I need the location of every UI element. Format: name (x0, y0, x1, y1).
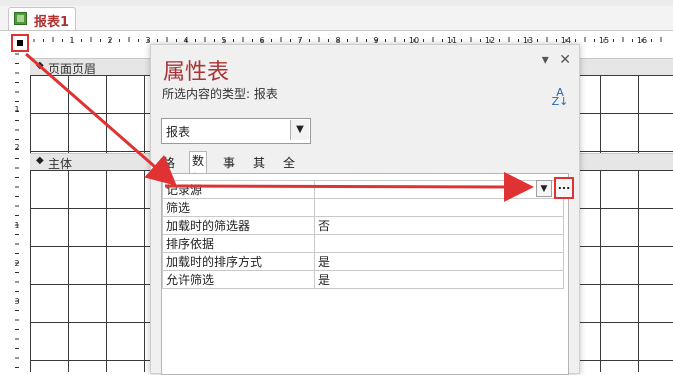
tab-event[interactable]: 事件 (221, 154, 237, 188)
ruler-number: 2 (107, 36, 112, 45)
chevron-down-icon[interactable]: ▼ (290, 120, 309, 140)
property-name: 允许筛选 (162, 270, 315, 289)
tab-data[interactable]: 数据 (189, 151, 208, 186)
property-name: 筛选 (162, 198, 315, 217)
property-value-record-source[interactable] (314, 180, 564, 199)
ruler-number: 2 (14, 259, 19, 268)
section-arrow-icon: ◆ (36, 60, 44, 71)
document-tab-label: 报表1 (34, 15, 70, 30)
ruler-number: 1 (69, 36, 74, 45)
tab-other[interactable]: 其他 (251, 154, 267, 188)
property-grid: 记录源 筛选 加载时的筛选器 否 排序依据 加载时的排序方式 是 允许筛选 是 (161, 173, 574, 375)
chevron-down-icon[interactable]: ▾ (542, 52, 549, 68)
report-selector-button[interactable] (11, 34, 29, 52)
ruler-number: 15 (599, 36, 609, 45)
property-value[interactable]: 否 (314, 216, 564, 235)
ruler-number: 2 (14, 143, 19, 152)
property-value[interactable] (314, 234, 564, 253)
report-icon (14, 12, 27, 25)
selection-type-dropdown[interactable]: 报表 ▼ (161, 118, 311, 144)
table-row[interactable]: 加载时的筛选器 否 (162, 216, 564, 235)
ruler-number: 3 (14, 297, 19, 306)
tab-all[interactable]: 全部 (281, 154, 297, 188)
selection-type-value: 报表 (166, 125, 191, 139)
property-sheet-title: 属性表 (163, 60, 230, 85)
section-arrow-icon: ◆ (36, 155, 44, 166)
vertical-ruler: 1 2 1 2 3 (10, 50, 24, 372)
property-name: 加载时的筛选器 (162, 216, 315, 235)
selection-type-label: 所选内容的类型: 报表 (162, 87, 278, 101)
document-tab-report1[interactable]: 报表1 (8, 7, 76, 30)
property-value[interactable]: 是 (314, 252, 564, 271)
table-row[interactable]: 允许筛选 是 (162, 270, 564, 289)
property-name: 记录源 (162, 180, 315, 199)
property-sheet-panel: 属性表 ▾ ✕ 所选内容的类型: 报表 AZ↓ 报表 ▼ 格式 数据 事件 其他… (150, 44, 580, 375)
table-row[interactable]: 加载时的排序方式 是 (162, 252, 564, 271)
table-row[interactable]: 记录源 (162, 180, 564, 199)
property-value[interactable] (314, 198, 564, 217)
record-source-dropdown[interactable]: ▼ (536, 180, 552, 197)
ruler-number: 1 (14, 221, 19, 230)
table-row[interactable]: 筛选 (162, 198, 564, 217)
property-name: 排序依据 (162, 234, 315, 253)
property-value[interactable]: 是 (314, 270, 564, 289)
ruler-number: 16 (637, 36, 647, 45)
tab-format[interactable]: 格式 (161, 154, 177, 188)
property-name: 加载时的排序方式 (162, 252, 315, 271)
build-button[interactable]: ... (554, 177, 574, 199)
table-row[interactable]: 排序依据 (162, 234, 564, 253)
document-tab-bar: 报表1 (0, 6, 673, 31)
ruler-number: 1 (14, 105, 19, 114)
sort-az-icon[interactable]: A Z↓ (550, 87, 570, 108)
close-icon[interactable]: ✕ (559, 52, 571, 68)
